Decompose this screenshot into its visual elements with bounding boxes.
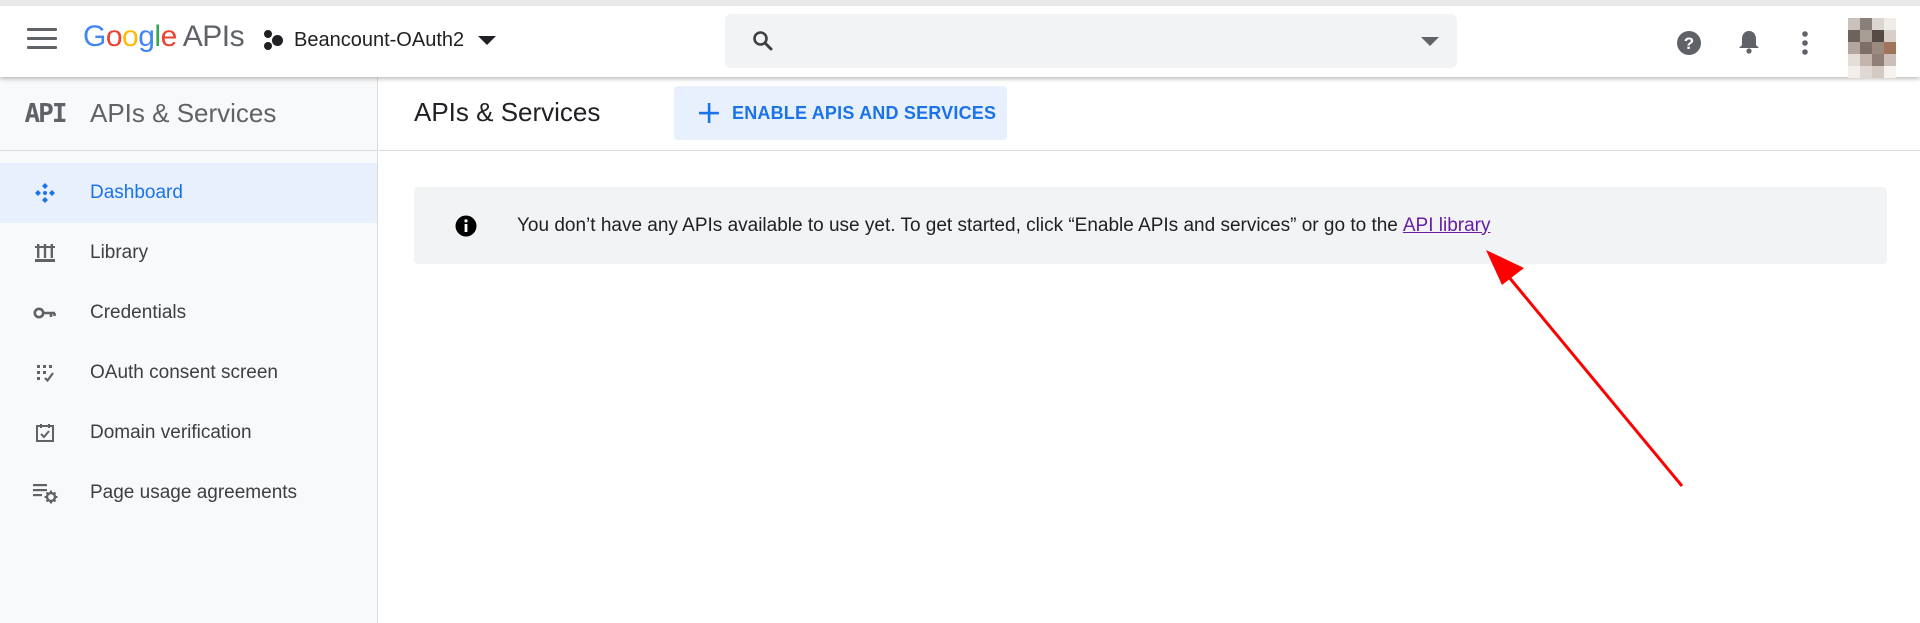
search-input[interactable] [725,14,1457,68]
sidebar-item-oauth-consent-screen[interactable]: OAuth consent screen [0,343,377,403]
enable-apis-button-label: ENABLE APIS AND SERVICES [732,102,997,123]
google-wordmark: Google [83,20,177,53]
sidebar-item-label: Domain verification [90,422,252,443]
sidebar-title: APIs & Services [90,98,277,128]
sidebar-item-credentials[interactable]: Credentials [0,283,377,343]
main-header: APIs & Services ENABLE APIS AND SERVICES [379,77,1920,151]
api-logo-icon: API [24,98,68,129]
project-selector[interactable]: Beancount-OAuth2 [262,28,497,52]
search-options-chevron-icon[interactable] [1421,37,1439,46]
sidebar-item-label: OAuth consent screen [90,362,278,383]
sidebar-nav: Dashboard Library Credentials OAuth cons… [0,163,377,523]
settings-list-icon [0,482,90,504]
bell-icon[interactable] [1738,29,1760,55]
more-vert-icon[interactable] [1801,30,1809,56]
logo-apis-text: APIs [182,20,245,53]
info-banner: You don’t have any APIs available to use… [414,187,1887,264]
sidebar: API APIs & Services Dashboard Library Cr… [0,77,378,623]
avatar[interactable] [1848,18,1896,78]
project-icon [262,28,284,52]
sidebar-header: API APIs & Services [0,77,377,151]
search-icon [753,31,773,51]
enable-apis-button[interactable]: ENABLE APIS AND SERVICES [674,86,1007,140]
menu-icon[interactable] [27,28,57,52]
svg-text:?: ? [1684,34,1694,53]
key-icon [0,305,90,321]
sidebar-item-dashboard[interactable]: Dashboard [0,163,377,223]
info-banner-message: You don’t have any APIs available to use… [517,214,1398,236]
google-apis-logo[interactable]: Google APIs [83,20,245,54]
info-icon [455,215,477,236]
help-icon[interactable]: ? [1676,30,1702,56]
api-library-link[interactable]: API library [1403,215,1491,237]
sidebar-item-label: Library [90,242,149,263]
sidebar-item-label: Dashboard [90,182,183,203]
sidebar-item-domain-verification[interactable]: Domain verification [0,403,377,463]
sidebar-item-page-usage-agreements[interactable]: Page usage agreements [0,463,377,523]
page-title: APIs & Services [414,97,601,127]
consent-icon [0,363,90,383]
check-box-icon [0,423,90,443]
chevron-down-icon [478,35,497,45]
library-icon [0,242,90,264]
top-app-bar: Google APIs Beancount-OAuth2 ? [0,0,1920,78]
sidebar-item-label: Page usage agreements [90,482,298,503]
project-name: Beancount-OAuth2 [294,28,465,51]
dashboard-icon [0,181,90,205]
plus-icon [699,103,719,123]
sidebar-item-label: Credentials [90,302,187,323]
sidebar-item-library[interactable]: Library [0,223,377,283]
